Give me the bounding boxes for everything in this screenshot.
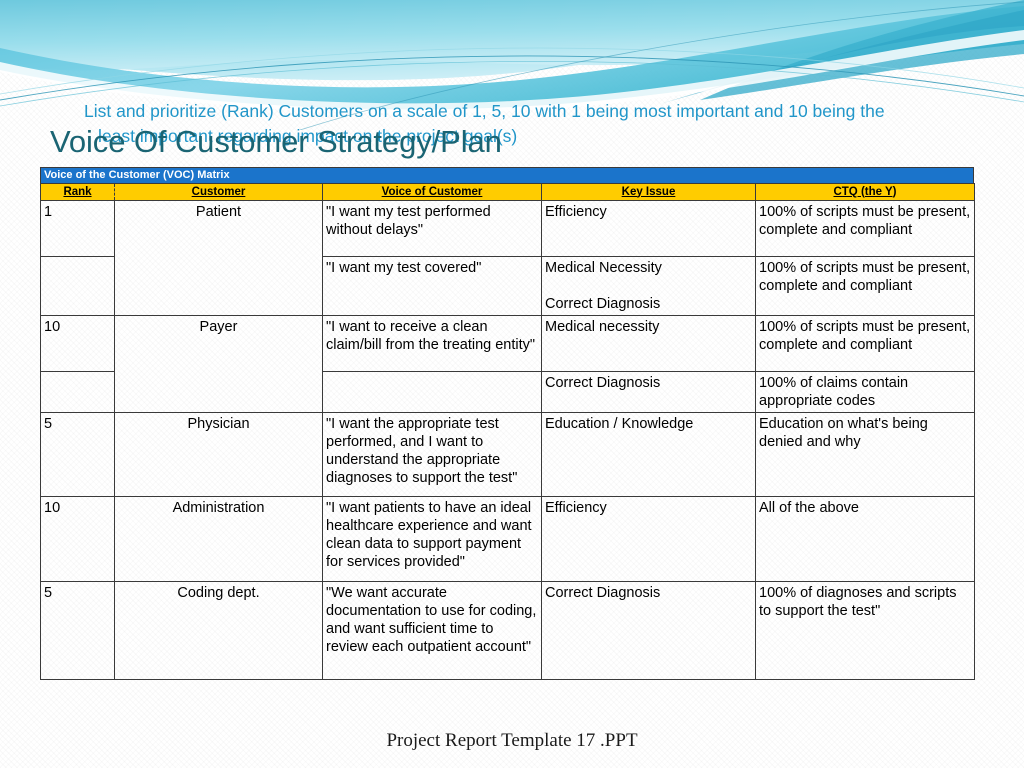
cell-key-issue: Efficiency xyxy=(541,496,756,582)
cell-rank: 5 xyxy=(40,412,115,497)
table-row: 5 Physician "I want the appropriate test… xyxy=(40,412,975,497)
slide-footer: Project Report Template 17 .PPT xyxy=(386,730,638,751)
cell-key-issue: Medical necessity xyxy=(541,315,756,372)
table-row: 10 Payer "I want to receive a clean clai… xyxy=(40,315,975,413)
column-header-key-issue: Key Issue xyxy=(541,183,756,201)
cell-key-issue: Correct Diagnosis xyxy=(541,581,756,680)
cell-ctq: 100% of scripts must be present, complet… xyxy=(755,200,975,257)
cell-voice-of-customer: "I want patients to have an ideal health… xyxy=(322,496,542,582)
cell-rank xyxy=(40,256,115,316)
cell-key-issue: Education / Knowledge xyxy=(541,412,756,497)
table-row: 1 Patient "I want my test performed with… xyxy=(40,200,975,316)
cell-ctq: 100% of scripts must be present, complet… xyxy=(755,256,975,316)
cell-customer: Physician xyxy=(114,412,323,497)
cell-ctq: 100% of claims contain appropriate codes xyxy=(755,371,975,413)
column-header-rank: Rank xyxy=(40,183,115,201)
slide-canvas: List and prioritize (Rank) Customers on … xyxy=(0,0,1024,768)
cell-ctq: 100% of diagnoses and scripts to support… xyxy=(755,581,975,680)
table-row: 10 Administration "I want patients to ha… xyxy=(40,496,975,582)
column-header-customer: Customer xyxy=(114,183,323,201)
column-header-voice-of-customer: Voice of Customer xyxy=(322,183,542,201)
voc-header-row: Rank Customer Voice of Customer Key Issu… xyxy=(40,183,975,201)
cell-rank: 1 xyxy=(40,200,115,257)
cell-rank xyxy=(40,371,115,413)
cell-ctq: All of the above xyxy=(755,496,975,582)
cell-customer: Payer xyxy=(114,315,323,413)
cell-customer: Patient xyxy=(114,200,323,316)
voc-table-header: Rank Customer Voice of Customer Key Issu… xyxy=(40,183,975,201)
voc-table-body: 1 Patient "I want my test performed with… xyxy=(40,200,975,680)
cell-rank: 10 xyxy=(40,496,115,582)
table-row: 5 Coding dept. "We want accurate documen… xyxy=(40,581,975,680)
voc-matrix-title-bar: Voice of the Customer (VOC) Matrix xyxy=(40,167,974,183)
cell-customer: Coding dept. xyxy=(114,581,323,680)
column-header-ctq: CTQ (the Y) xyxy=(755,183,975,201)
cell-voice-of-customer: "I want my test performed without delays… xyxy=(322,200,542,257)
cell-rank: 10 xyxy=(40,315,115,372)
cell-rank: 5 xyxy=(40,581,115,680)
subtitle-line-1: List and prioritize (Rank) Customers on … xyxy=(84,101,885,121)
cell-customer: Administration xyxy=(114,496,323,582)
cell-key-issue: Efficiency xyxy=(541,200,756,257)
cell-ctq: 100% of scripts must be present, complet… xyxy=(755,315,975,372)
cell-voice-of-customer: "I want to receive a clean claim/bill fr… xyxy=(322,315,542,372)
cell-key-issue: Correct Diagnosis xyxy=(541,371,756,413)
cell-key-issue: Medical Necessity Correct Diagnosis xyxy=(541,256,756,316)
page-title: Voice Of Customer Strategy/Plan xyxy=(50,124,502,159)
voc-matrix-table: Rank Customer Voice of Customer Key Issu… xyxy=(40,183,975,680)
cell-voice-of-customer: "I want my test covered" xyxy=(322,256,542,316)
cell-voice-of-customer xyxy=(322,371,542,413)
cell-voice-of-customer: "We want accurate documentation to use f… xyxy=(322,581,542,680)
cell-voice-of-customer: "I want the appropriate test performed, … xyxy=(322,412,542,497)
cell-ctq: Education on what's being denied and why xyxy=(755,412,975,497)
voc-matrix: Voice of the Customer (VOC) Matrix Rank … xyxy=(40,167,975,680)
